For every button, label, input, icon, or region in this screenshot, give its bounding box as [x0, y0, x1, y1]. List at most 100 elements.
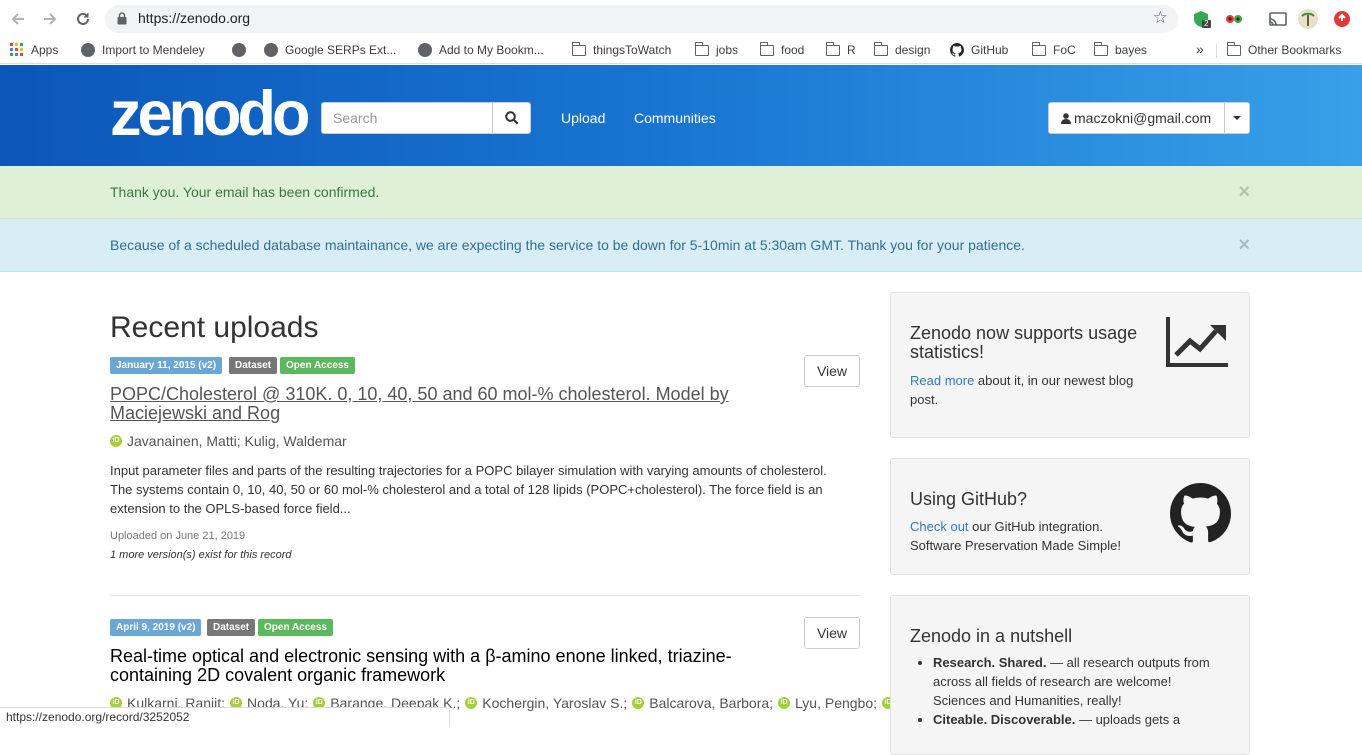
forward-arrow-icon[interactable] — [40, 9, 60, 29]
panel-text: Read more about it, in our newest blog p… — [910, 373, 1134, 407]
bookmark-label: food — [781, 43, 805, 57]
bookmark-label: bayes — [1115, 43, 1148, 57]
reload-icon[interactable] — [73, 9, 93, 29]
link-status-bar: https://zenodo.org/record/3252052 — [0, 707, 450, 727]
globe-icon — [264, 43, 278, 57]
bookmark-label: GitHub — [971, 43, 1009, 57]
bookmark-label: Import to Mendeley — [102, 43, 205, 57]
nav-upload-link[interactable]: Upload — [561, 110, 605, 126]
bookmark-star-icon[interactable]: ☆ — [1153, 8, 1168, 28]
orcid-icon: iD — [778, 697, 791, 709]
record-title-link[interactable]: POPC/Cholesterol @ 310K. 0, 10, 40, 50 a… — [110, 385, 760, 423]
close-icon[interactable]: × — [1238, 219, 1250, 272]
author-name[interactable]: Balcarova, Barbora; — [649, 695, 773, 711]
zenodo-logo[interactable]: zenodo — [110, 83, 310, 146]
author-name[interactable]: Kochergin, Yaroslav S.; — [482, 695, 627, 711]
user-icon — [1061, 113, 1071, 124]
orcid-icon: iD — [632, 697, 645, 709]
alert-info-text: Because of a scheduled database maintain… — [110, 237, 1025, 253]
bookmark-import-to-mendeley[interactable]: Import to Mendeley — [81, 43, 205, 57]
panel-title: Using GitHub? — [910, 489, 1028, 509]
user-account-button[interactable]: maczokni@gmail.com — [1048, 102, 1225, 134]
bookmark-folder-design[interactable]: design — [873, 42, 931, 57]
record-access-badge[interactable]: Open Access — [258, 619, 333, 636]
back-arrow-icon[interactable] — [8, 9, 28, 29]
bookmark-google-serps[interactable]: Google SERPs Ext... — [264, 43, 396, 57]
panel-title: Zenodo now supports usage statistics! — [910, 323, 1138, 362]
eyes-extension-icon[interactable] — [1224, 9, 1244, 29]
shield-extension-icon[interactable]: 2 — [1192, 9, 1212, 29]
bookmark-unnamed[interactable] — [232, 43, 253, 57]
author-name[interactable]: Lyu, Pengbo; — [795, 695, 877, 711]
bookmark-folder-thingstowatch[interactable]: thingsToWatch — [571, 42, 672, 57]
check-out-link[interactable]: Check out — [910, 519, 969, 534]
bookmark-label: Other Bookmarks — [1248, 43, 1342, 57]
bookmarks-bar: Apps Import to Mendeley Google SERPs Ext… — [0, 38, 1362, 64]
apps-grid-icon — [10, 43, 23, 56]
record-access-badge[interactable]: Open Access — [280, 357, 355, 374]
globe-icon — [418, 43, 432, 57]
bookmark-label: Google SERPs Ext... — [285, 43, 397, 57]
github-icon — [950, 43, 964, 57]
record-description: Input parameter files and parts of the r… — [110, 463, 827, 516]
record-title-link[interactable]: Real-time optical and electronic sensing… — [110, 647, 770, 685]
search-icon — [504, 111, 518, 125]
folder-icon — [694, 42, 709, 56]
bookmark-other-bookmarks[interactable]: Other Bookmarks — [1226, 42, 1342, 57]
bookmark-folder-bayes[interactable]: bayes — [1093, 42, 1148, 57]
bookmark-label: FoC — [1053, 43, 1076, 57]
record-upload-date: Uploaded on June 21, 2019 — [110, 530, 246, 542]
bookmark-label: R — [847, 43, 856, 57]
user-dropdown-toggle[interactable] — [1224, 102, 1250, 134]
nutshell-list: Research. Shared. — all research outputs… — [933, 653, 1218, 729]
record-authors-text: Javanainen, Matti; Kulig, Waldemar — [127, 433, 347, 449]
folder-icon — [1226, 42, 1241, 56]
user-email: maczokni@gmail.com — [1074, 110, 1212, 126]
email-confirmed-alert: Thank you. Your email has been confirmed… — [0, 166, 1362, 219]
globe-icon — [232, 43, 246, 57]
address-url: https://zenodo.org — [138, 10, 251, 26]
bookmark-label: thingsToWatch — [593, 43, 672, 57]
folder-icon — [873, 42, 888, 56]
orcid-icon: iD — [465, 697, 478, 709]
record-date-badge[interactable]: January 11, 2015 (v2) — [110, 357, 223, 374]
bookmark-apps[interactable]: Apps — [10, 43, 58, 57]
bookmark-label: Apps — [31, 43, 59, 57]
caret-down-icon — [1233, 116, 1241, 120]
address-bar[interactable]: https://zenodo.org ☆ — [105, 5, 1178, 33]
folder-icon — [759, 42, 774, 56]
nutshell-panel: Zenodo in a nutshell Research. Shared. —… — [890, 595, 1250, 755]
bookmark-github[interactable]: GitHub — [950, 43, 1008, 57]
search-input[interactable]: Search — [321, 102, 493, 134]
bookmark-label: design — [895, 43, 931, 57]
browser-toolbar: https://zenodo.org ☆ 2 — [0, 0, 1362, 38]
bookmarks-overflow-chevron[interactable]: » — [1196, 41, 1204, 57]
profile-avatar[interactable] — [1298, 9, 1318, 29]
view-record-button[interactable]: View — [804, 355, 860, 387]
close-icon[interactable]: × — [1238, 166, 1250, 219]
nav-communities-link[interactable]: Communities — [634, 110, 716, 126]
maintenance-alert: Because of a scheduled database maintain… — [0, 219, 1362, 272]
record-date-badge[interactable]: April 9, 2019 (v2) — [110, 619, 202, 636]
cast-icon[interactable] — [1268, 9, 1288, 29]
record-versions-note: 1 more version(s) exist for this record — [110, 549, 292, 561]
view-record-button[interactable]: View — [804, 617, 860, 649]
panel-title: Zenodo in a nutshell — [910, 626, 1073, 646]
usage-statistics-panel: Zenodo now supports usage statistics! Re… — [890, 292, 1250, 438]
read-more-link[interactable]: Read more — [910, 373, 974, 388]
folder-icon — [825, 42, 840, 56]
panel-text: Check out our GitHub integration. Softwa… — [910, 519, 1121, 553]
record-type-badge[interactable]: Dataset — [229, 357, 278, 374]
bookmark-folder-foc[interactable]: FoC — [1031, 42, 1076, 57]
bookmark-folder-jobs[interactable]: jobs — [694, 42, 738, 57]
bookmark-folder-food[interactable]: food — [759, 42, 805, 57]
github-panel: Using GitHub? Check out our GitHub integ… — [890, 458, 1250, 575]
record-type-badge[interactable]: Dataset — [207, 619, 256, 636]
line-chart-icon — [1166, 317, 1228, 367]
red-extension-icon[interactable] — [1332, 9, 1352, 29]
bookmark-add-to-my-bookmarks[interactable]: Add to My Bookm... — [418, 43, 544, 57]
search-button[interactable] — [492, 102, 531, 134]
bookmark-folder-r[interactable]: R — [825, 42, 856, 57]
bookmark-label: Add to My Bookm... — [439, 43, 544, 57]
site-header: zenodo Search Upload Communities maczokn… — [0, 65, 1362, 166]
